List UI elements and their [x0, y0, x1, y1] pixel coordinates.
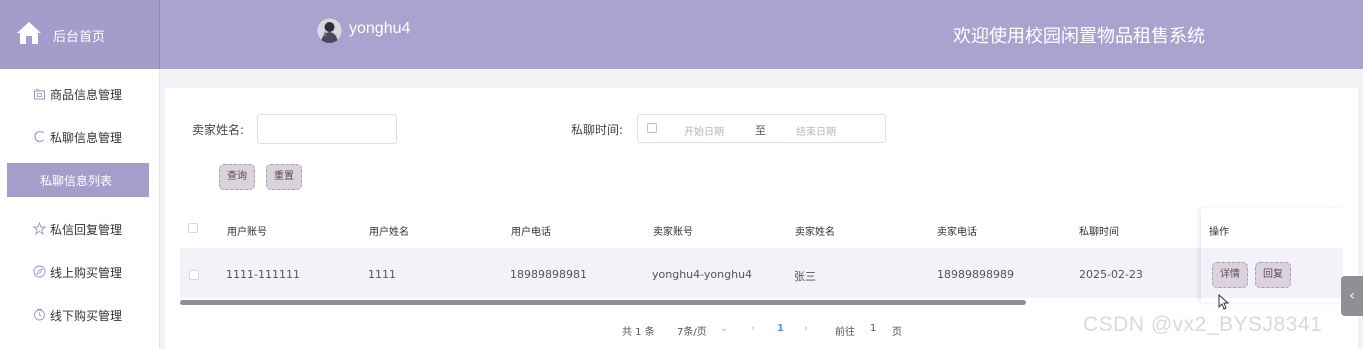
chat-time-label: 私聊时间:: [571, 123, 624, 137]
sidebar-item-label: 私聊信息列表: [40, 174, 113, 188]
sidebar-item-goods[interactable]: 商品信息管理: [0, 77, 160, 111]
page-number-current[interactable]: 1: [777, 323, 784, 334]
column-header: 用户姓名: [369, 227, 409, 238]
top-header: 后台首页 yonghu4 欢迎使用校园闲置物品租售系统: [0, 0, 1363, 69]
operations-column: 操作 详情 回复: [1201, 208, 1343, 302]
table-cell: yonghu4-yonghu4: [652, 268, 753, 281]
column-header: 卖家姓名: [795, 227, 835, 238]
gift-icon: [34, 88, 45, 100]
table-cell: 2025-02-23: [1079, 268, 1143, 281]
goto-label: 前往: [835, 327, 855, 338]
prev-page-icon[interactable]: ‹: [751, 323, 755, 334]
sidebar-item-chat-manage[interactable]: 私聊信息管理: [0, 120, 160, 154]
clock-icon: [34, 308, 45, 321]
chat-icon: [34, 130, 44, 143]
select-all-checkbox[interactable]: [188, 223, 198, 233]
column-header: 用户账号: [227, 227, 267, 238]
table-row[interactable]: [180, 248, 1343, 298]
sidebar-item-label: 私聊信息管理: [50, 131, 123, 145]
compass-icon: [33, 265, 46, 278]
page-unit-label: 页: [892, 327, 902, 338]
column-header: 操作: [1209, 227, 1229, 238]
sidebar-item-label: 商品信息管理: [50, 88, 123, 102]
home-label: 后台首页: [53, 30, 106, 45]
sidebar-item-reply-manage[interactable]: 私信回复管理: [0, 212, 160, 246]
table-cell: 18989898981: [510, 268, 587, 281]
pagination-total: 共 1 条: [622, 327, 655, 338]
table-cell: 18989898989: [937, 268, 1014, 281]
sidebar-item-chat-list[interactable]: 私聊信息列表: [7, 163, 149, 197]
sidebar-item-offline-purchase[interactable]: 线下购买管理: [0, 298, 160, 332]
site-title: 欢迎使用校园闲置物品租售系统: [953, 26, 1205, 47]
range-separator: 至: [755, 124, 766, 137]
horizontal-scrollbar[interactable]: [180, 300, 1026, 305]
page-size-select[interactable]: 7条/页: [677, 323, 707, 338]
chevron-down-icon: ⌄: [720, 323, 729, 334]
table-cell: 1111: [368, 268, 396, 281]
sidebar-item-label: 线下购买管理: [50, 309, 123, 323]
mouse-cursor-icon: [1218, 294, 1230, 310]
reset-button[interactable]: 重置: [266, 164, 302, 190]
table-cell: 张三: [794, 270, 816, 283]
column-header: 私聊时间: [1079, 227, 1119, 238]
column-header: 卖家电话: [937, 227, 977, 238]
row-checkbox[interactable]: [189, 270, 199, 280]
chat-time-range-picker[interactable]: 开始日期 至 结束日期: [637, 114, 886, 143]
sidebar-item-label: 线上购买管理: [50, 266, 123, 280]
column-header: 卖家账号: [653, 227, 693, 238]
sidebar-item-online-purchase[interactable]: 线上购买管理: [0, 255, 160, 289]
sidebar: 商品信息管理 私聊信息管理 私聊信息列表 私信回复管理 线上购买管理 线下购买管…: [0, 69, 160, 349]
watermark: CSDN @vx2_BYSJ8341: [1083, 313, 1323, 336]
seller-name-label: 卖家姓名:: [192, 123, 245, 137]
column-header: 用户电话: [511, 227, 551, 238]
goto-page-input[interactable]: 1: [870, 323, 876, 334]
sidebar-item-label: 私信回复管理: [50, 223, 123, 237]
home-link[interactable]: 后台首页: [0, 0, 160, 69]
reply-button[interactable]: 回复: [1255, 262, 1291, 288]
next-page-icon[interactable]: ›: [804, 323, 808, 334]
query-button[interactable]: 查询: [219, 164, 255, 190]
calendar-icon: [647, 123, 657, 133]
collapse-tab-chevron-left-icon[interactable]: ‹: [1341, 276, 1363, 316]
seller-name-input[interactable]: [257, 114, 397, 144]
home-icon: [17, 22, 41, 44]
main-panel: 卖家姓名: 私聊时间: 开始日期 至 结束日期 查询 重置 用户账号 用户姓名 …: [165, 88, 1358, 349]
username: yonghu4: [349, 20, 411, 37]
user-avatar[interactable]: [317, 18, 342, 43]
end-date-input[interactable]: 结束日期: [796, 123, 836, 138]
start-date-input[interactable]: 开始日期: [684, 123, 724, 138]
detail-button[interactable]: 详情: [1212, 262, 1248, 288]
star-icon: [33, 222, 46, 235]
table-cell: 1111-111111: [226, 268, 300, 281]
